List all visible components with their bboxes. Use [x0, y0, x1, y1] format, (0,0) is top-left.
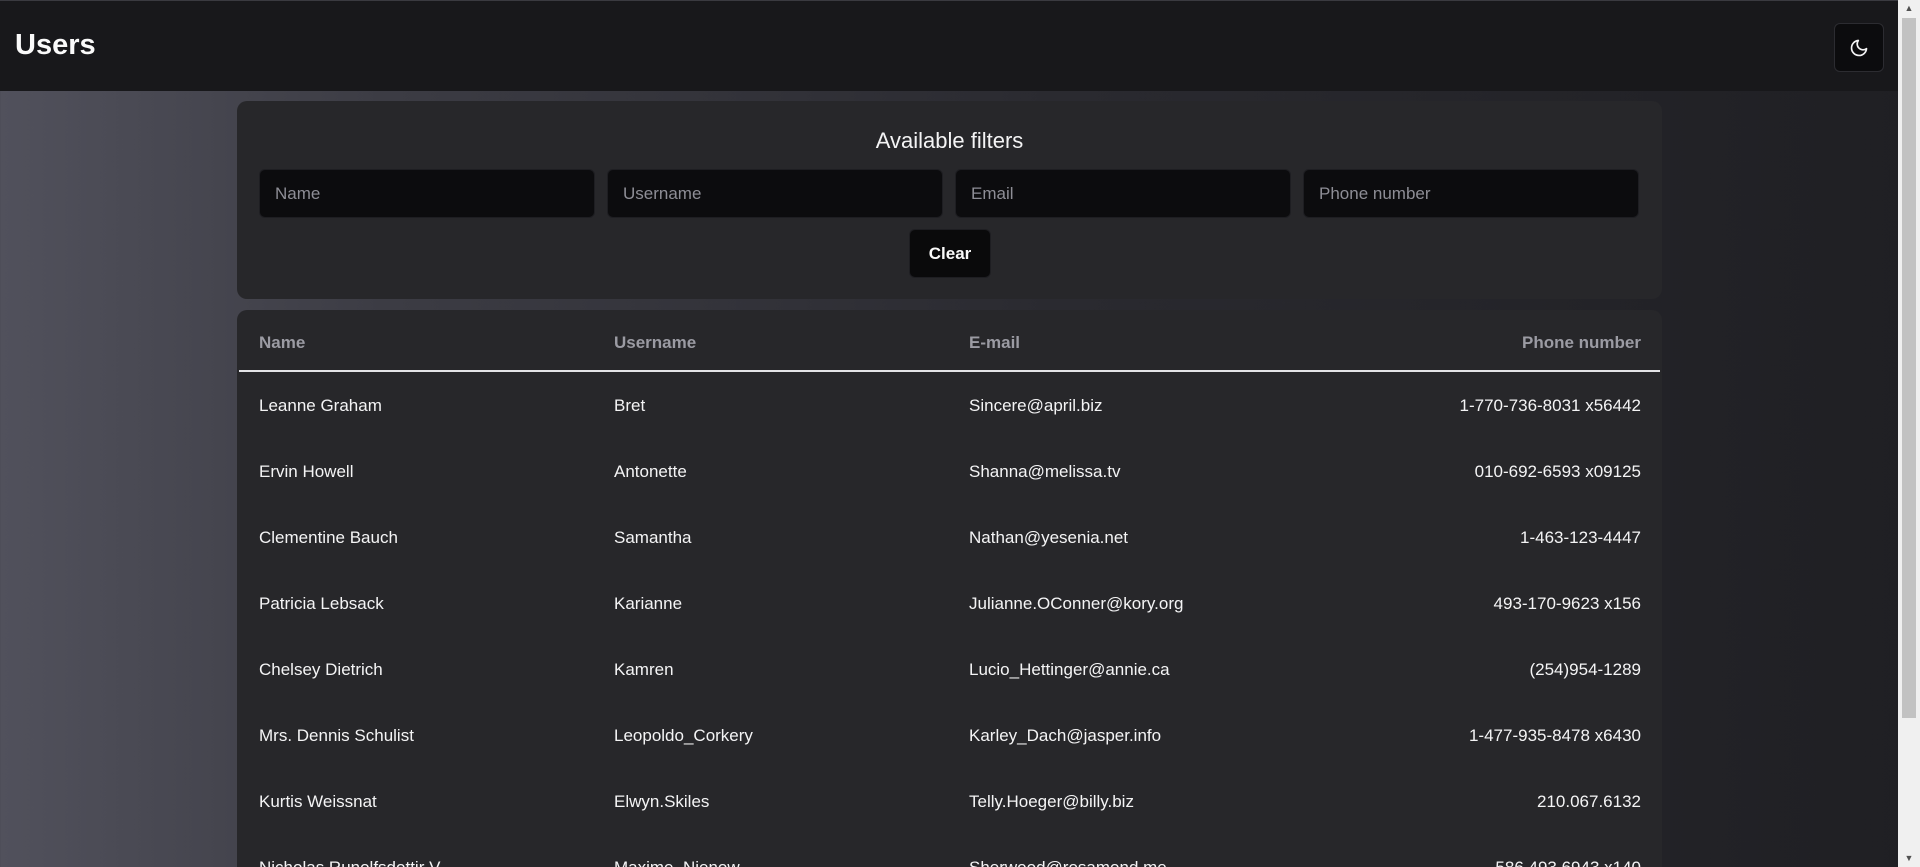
cell-phone: 1-463-123-4447 [1520, 528, 1641, 547]
cell-phone: (254)954-1289 [1529, 660, 1641, 679]
filters-panel: Available filters Clear [237, 101, 1662, 299]
cell-name: Ervin Howell [259, 462, 354, 481]
page-scrollbar[interactable]: ▲ ▼ [1898, 0, 1920, 867]
username-filter-input[interactable] [607, 169, 943, 218]
email-filter-input[interactable] [955, 169, 1291, 218]
column-header-phone[interactable]: Phone number [1522, 333, 1641, 353]
cell-username: Kamren [614, 660, 674, 679]
cell-username: Elwyn.Skiles [614, 792, 710, 811]
theme-toggle-button[interactable] [1834, 23, 1884, 72]
cell-email: Karley_Dach@jasper.info [969, 726, 1162, 745]
scroll-up-icon[interactable]: ▲ [1898, 0, 1920, 17]
cell-username: Karianne [614, 594, 683, 613]
cell-name: Leanne Graham [259, 396, 382, 415]
cell-username: Antonette [614, 462, 687, 481]
users-table: Name Username E-mail Phone number Leanne… [237, 310, 1662, 867]
table-row[interactable]: Kurtis Weissnat Elwyn.Skiles Telly.Hoeger@… [237, 770, 1662, 836]
scrollbar-thumb[interactable] [1902, 18, 1916, 718]
cell-email: Shanna@melissa.tv [969, 462, 1121, 481]
phone-filter-input[interactable] [1303, 169, 1639, 218]
cell-name: Mrs. Dennis Schulist [259, 726, 414, 745]
column-header-email[interactable]: E-mail [969, 333, 1020, 353]
cell-name: Chelsey Dietrich [259, 660, 383, 679]
cell-email: Telly.Hoeger@billy.biz [969, 792, 1134, 811]
cell-phone: 010-692-6593 x09125 [1474, 462, 1641, 481]
page-title: Users [15, 29, 96, 61]
cell-name: Patricia Lebsack [259, 594, 384, 613]
cell-name: Kurtis Weissnat [259, 792, 377, 811]
cell-phone: 210.067.6132 [1537, 792, 1641, 811]
moon-icon [1850, 39, 1868, 56]
cell-email: Lucio_Hettinger@annie.ca [969, 660, 1170, 679]
cell-username: Samantha [614, 528, 692, 547]
cell-username: Leopoldo_Corkery [614, 726, 753, 745]
cell-email: Sherwood@rosamond.me [969, 858, 1167, 867]
table-row[interactable]: Nicholas Runolfsdottir V Maxime_Nienow She… [237, 836, 1662, 867]
cell-email: Julianne.OConner@kory.org [969, 594, 1184, 613]
table-row[interactable]: Mrs. Dennis Schulist Leopoldo_Corkery Karl… [237, 704, 1662, 770]
cell-email: Nathan@yesenia.net [969, 528, 1129, 547]
cell-phone: 493-170-9623 x156 [1493, 594, 1641, 613]
table-row[interactable]: Ervin Howell Antonette Shanna@melissa.tv 01… [237, 440, 1662, 506]
cell-username: Maxime_Nienow [614, 858, 740, 867]
cell-email: Sincere@april.biz [969, 396, 1103, 415]
filters-title: Available filters [875, 128, 1024, 153]
table-row[interactable]: Clementine Bauch Samantha Nathan@yesenia.n… [237, 506, 1662, 572]
cell-username: Bret [614, 396, 646, 415]
column-header-name[interactable]: Name [259, 333, 305, 353]
name-filter-input[interactable] [259, 169, 595, 218]
cell-phone: 1-477-935-8478 x6430 [1468, 726, 1641, 745]
table-row[interactable]: Chelsey Dietrich Kamren Lucio_Hettinger@an… [237, 638, 1662, 704]
table-header: Name Username E-mail Phone number [239, 310, 1660, 372]
cell-name: Clementine Bauch [259, 528, 398, 547]
clear-button[interactable]: Clear [909, 229, 991, 278]
table-row[interactable]: Leanne Graham Bret Sincere@april.biz 1-770-… [237, 374, 1662, 440]
table-row[interactable]: Patricia Lebsack Karianne Julianne.OConner… [237, 572, 1662, 638]
column-header-username[interactable]: Username [614, 333, 696, 353]
app-header: Users [0, 0, 1898, 91]
cell-name: Nicholas Runolfsdottir V [259, 858, 440, 867]
scroll-down-icon[interactable]: ▼ [1898, 850, 1920, 867]
cell-phone: 1-770-736-8031 x56442 [1459, 396, 1641, 415]
cell-phone: 586.493.6943 x140 [1495, 858, 1641, 867]
